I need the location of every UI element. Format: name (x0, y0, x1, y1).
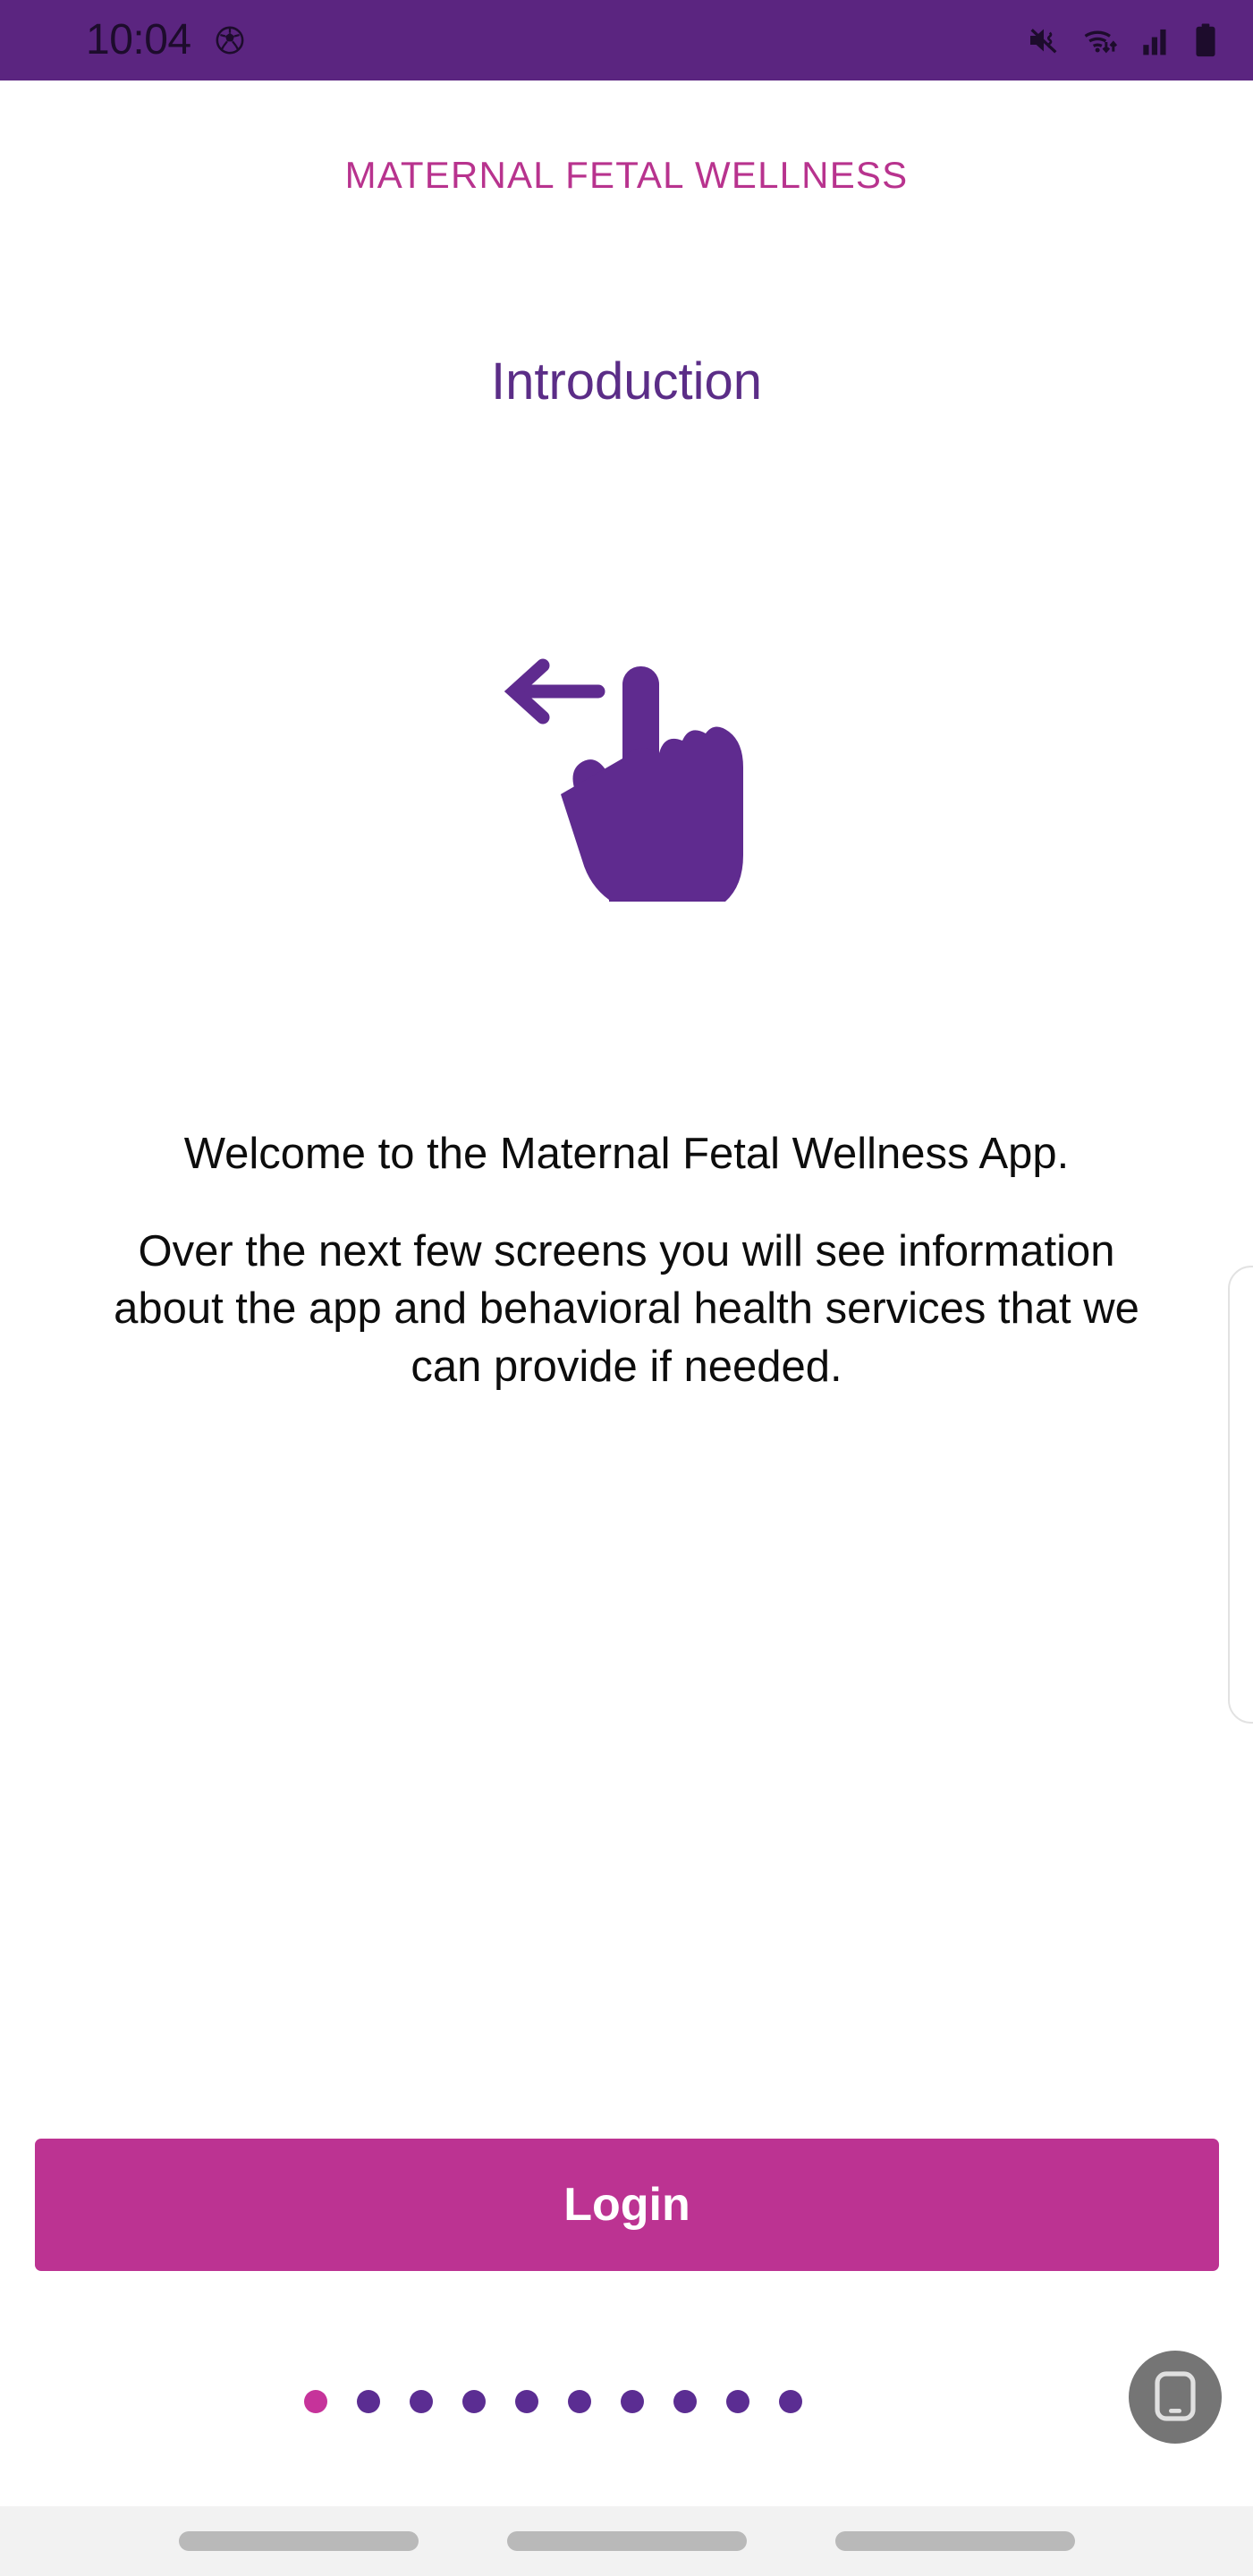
app-title: MATERNAL FETAL WELLNESS (344, 154, 909, 196)
pager-dot-1[interactable] (303, 2390, 327, 2413)
status-bar-left: 10:04 (86, 19, 245, 62)
wifi-icon (1081, 22, 1121, 58)
mobile-device-icon (1152, 2369, 1198, 2426)
nav-pill-home[interactable] (506, 2531, 747, 2551)
cellular-signal-icon (1140, 23, 1173, 57)
nav-pill-back[interactable] (178, 2531, 419, 2551)
pager-dot-2[interactable] (356, 2390, 380, 2413)
pager-dot-8[interactable] (673, 2390, 697, 2413)
pager-indicator (0, 2390, 1253, 2413)
status-bar-clock: 10:04 (86, 16, 191, 64)
battery-icon (1192, 22, 1219, 58)
pager-dot-4[interactable] (461, 2390, 486, 2413)
pager-dot-10[interactable] (778, 2390, 802, 2413)
mute-vibrate-icon (1026, 22, 1062, 58)
login-button[interactable]: Login (35, 2139, 1219, 2271)
pager-dot-3[interactable] (409, 2390, 433, 2413)
swipe-left-hand-icon (484, 642, 770, 914)
page-title: Introduction (490, 352, 763, 411)
intro-paragraph-1: Welcome to the Maternal Fetal Wellness A… (183, 1130, 1070, 1178)
intro-paragraph-2: Over the next few screens you will see i… (114, 1226, 1139, 1392)
status-bar-right (1026, 22, 1219, 58)
pager-dot-6[interactable] (567, 2390, 591, 2413)
nav-pill-recents[interactable] (834, 2531, 1075, 2551)
intro-body-text: Welcome to the Maternal Fetal Wellness A… (89, 1125, 1164, 1396)
mobile-device-button[interactable] (1129, 2351, 1222, 2444)
pager-dot-9[interactable] (725, 2390, 749, 2413)
edge-panel-handle[interactable] (1228, 1266, 1253, 1724)
soccer-ball-icon (215, 25, 245, 55)
app-screen: 10:04 MATERNAL FETAL WELLNESS Introducti… (0, 0, 1253, 2576)
status-bar: 10:04 (0, 0, 1253, 80)
system-navigation-bar (0, 2506, 1253, 2576)
pager-dot-5[interactable] (514, 2390, 538, 2413)
pager-dot-7[interactable] (620, 2390, 644, 2413)
